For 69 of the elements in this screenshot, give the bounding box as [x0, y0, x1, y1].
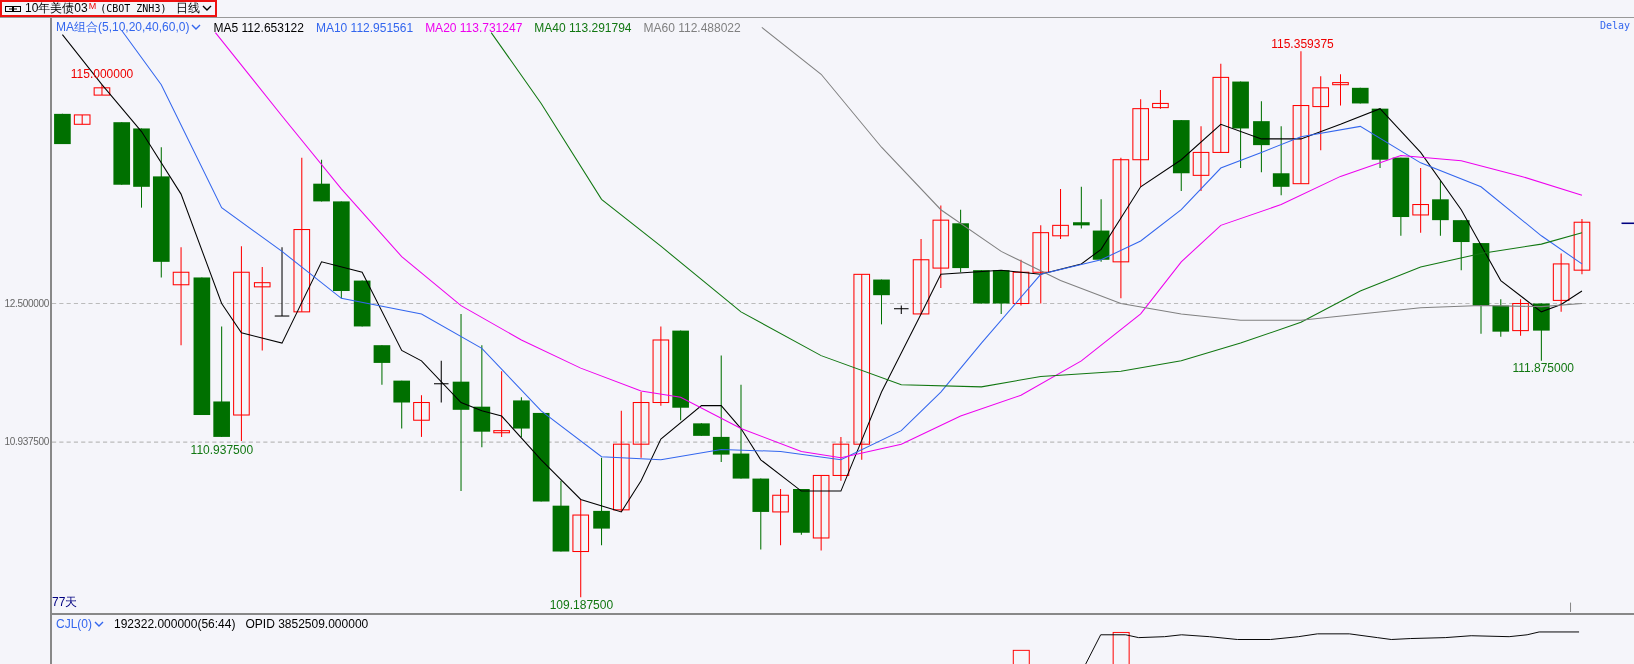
- volume-bar: [1112, 631, 1130, 664]
- instrument-symbol: (CBOT ZNH3): [100, 3, 167, 14]
- candlestick: [73, 114, 91, 125]
- candlestick: [793, 488, 810, 536]
- candlestick: [513, 396, 530, 438]
- candlestick: [1512, 298, 1529, 337]
- axis-label: 10.937500: [4, 435, 49, 450]
- candlestick: [413, 394, 430, 438]
- moving-average-value: MA5 112.653122: [213, 20, 304, 35]
- price-label: 109.187500: [549, 597, 614, 612]
- candlestick: [433, 360, 450, 404]
- volume-indicator-dropdown[interactable]: CJL(0): [56, 617, 104, 631]
- candlestick: [952, 209, 969, 273]
- price-label: 115.359375: [1271, 37, 1334, 52]
- candlestick: [1573, 218, 1591, 275]
- candlestick: [1412, 167, 1429, 234]
- candlestick: [1012, 259, 1030, 307]
- candlestick: [1052, 188, 1069, 240]
- candlestick: [1432, 180, 1449, 237]
- candlestick: [992, 269, 1010, 315]
- candlestick: [1492, 298, 1510, 338]
- candlestick: [752, 478, 770, 550]
- candlestick: [772, 488, 789, 546]
- moving-average-value: MA20 113.731247: [425, 20, 523, 35]
- candlestick: [1152, 89, 1169, 110]
- candlestick: [93, 84, 111, 96]
- instrument-title: 10年美债03$^{M}$: [25, 0, 97, 17]
- candlestick: [1552, 253, 1570, 313]
- candlestick: [113, 121, 131, 186]
- candlestick: [693, 422, 710, 437]
- volume-reading: OPID 3852509.000000: [245, 617, 369, 631]
- candlestick: [1332, 73, 1349, 107]
- candlestick: [393, 380, 411, 430]
- candlestick: [1452, 219, 1470, 271]
- candlestick: [54, 113, 71, 145]
- candlestick: [832, 436, 850, 482]
- period-dropdown[interactable]: 日线: [170, 0, 213, 17]
- candlestick: [353, 280, 371, 327]
- moving-average-value: MA10 112.951561: [315, 20, 414, 35]
- candlestick: [313, 159, 330, 202]
- axis-label: 12.500000: [4, 296, 49, 311]
- candlestick: [632, 391, 650, 459]
- caret-icon: [94, 620, 104, 628]
- candlestick: [373, 344, 391, 386]
- candlestick: [973, 269, 990, 305]
- candlestick: [1073, 186, 1090, 229]
- candlestick: [1092, 198, 1110, 263]
- candlestick: [1533, 303, 1550, 362]
- price-label: 110.937500: [190, 443, 254, 458]
- candlestick: [1272, 125, 1290, 196]
- bar-count-label: 77天: [52, 594, 78, 611]
- volume-reading: 192322.000000(56:44): [114, 617, 236, 631]
- link-icon[interactable]: [5, 4, 21, 13]
- candlestick: [493, 370, 510, 438]
- indicator-dropdown[interactable]: MA组合(5,10,20,40,60,0): [56, 19, 202, 36]
- delay-label: Delay: [1599, 20, 1630, 31]
- price-marker: [1620, 222, 1634, 225]
- moving-average-value: MA40 113.291794: [534, 20, 632, 35]
- candlestick: [274, 246, 290, 317]
- candlestick: [1371, 108, 1389, 169]
- moving-average-value: MA60 112.488022: [643, 20, 741, 35]
- candlestick: [1192, 125, 1210, 192]
- candlestick: [893, 305, 910, 315]
- caret-icon: [191, 24, 202, 31]
- candlestick: [873, 279, 890, 325]
- candlestick: [1351, 87, 1369, 104]
- caret-icon: [202, 5, 213, 12]
- volume-bar: [1012, 649, 1030, 664]
- price-label: 111.875000: [1512, 361, 1575, 376]
